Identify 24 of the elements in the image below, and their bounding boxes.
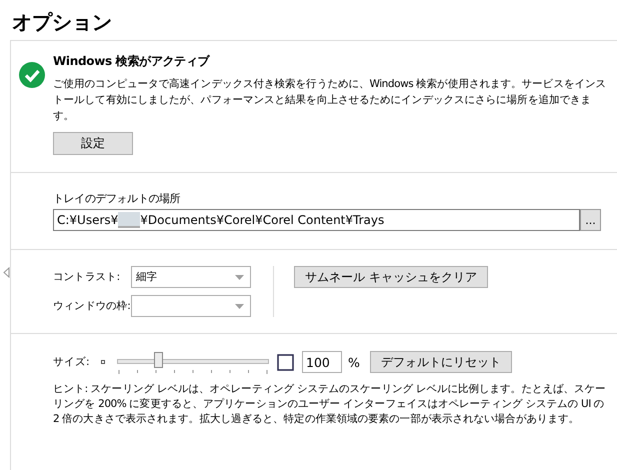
frame-label: ウィンドウの枠: bbox=[53, 299, 131, 313]
size-label: サイズ: bbox=[53, 355, 91, 369]
frame-dropdown[interactable] bbox=[131, 295, 251, 317]
contrast-label: コントラスト: bbox=[53, 270, 121, 284]
small-square-icon bbox=[101, 360, 105, 364]
field-label: トレイのデフォルトの場所 bbox=[53, 191, 182, 206]
hint-text: ヒント: スケーリング レベルは、オペレーティング システムのスケーリング レベルに比例します。たとえば、スケーリングを 200% に変更すると、アプリケーションのユーザー インターフェイスはオペレーティング システムの UI の 2 倍の大きさで表示されます。拡大し過ぎると、特定の作業領域の要素の一部が表示されない場合があります。 bbox=[53, 382, 607, 427]
percent-unit: % bbox=[348, 354, 360, 370]
dropdown-caret-icon bbox=[235, 304, 244, 308]
path-field[interactable]: C:¥Users¥ ¥Documents¥Corel¥Corel Content¥Trays bbox=[53, 209, 580, 231]
collapse-arrow-icon[interactable] bbox=[3, 267, 10, 278]
reset-button[interactable]: デフォルトにリセット bbox=[370, 351, 512, 373]
large-square-icon bbox=[277, 354, 294, 370]
clear-cache-button[interactable]: サムネール キャッシュをクリア bbox=[294, 266, 488, 288]
slider-thumb[interactable] bbox=[154, 352, 164, 368]
settings-button[interactable]: 設定 bbox=[53, 132, 133, 155]
dropdown-caret-icon bbox=[235, 274, 244, 280]
size-slider[interactable] bbox=[115, 350, 271, 374]
status-heading: Windows 検索がアクティブ bbox=[53, 53, 211, 70]
description-text: ご使用のコンピュータで高速インデックス付き検索を行うために、Windows 検索が使用されます。サービスをインストールして有効にしましたが、パフォーマンスと結果を向上させるためにインデックスにさらに場所を追加できます。 bbox=[53, 77, 608, 124]
contrast-dropdown[interactable]: 細字 bbox=[131, 266, 251, 288]
size-field[interactable]: 100 bbox=[302, 351, 342, 373]
browse-button[interactable]: ... bbox=[580, 209, 601, 231]
page-title: オプション bbox=[11, 9, 113, 36]
